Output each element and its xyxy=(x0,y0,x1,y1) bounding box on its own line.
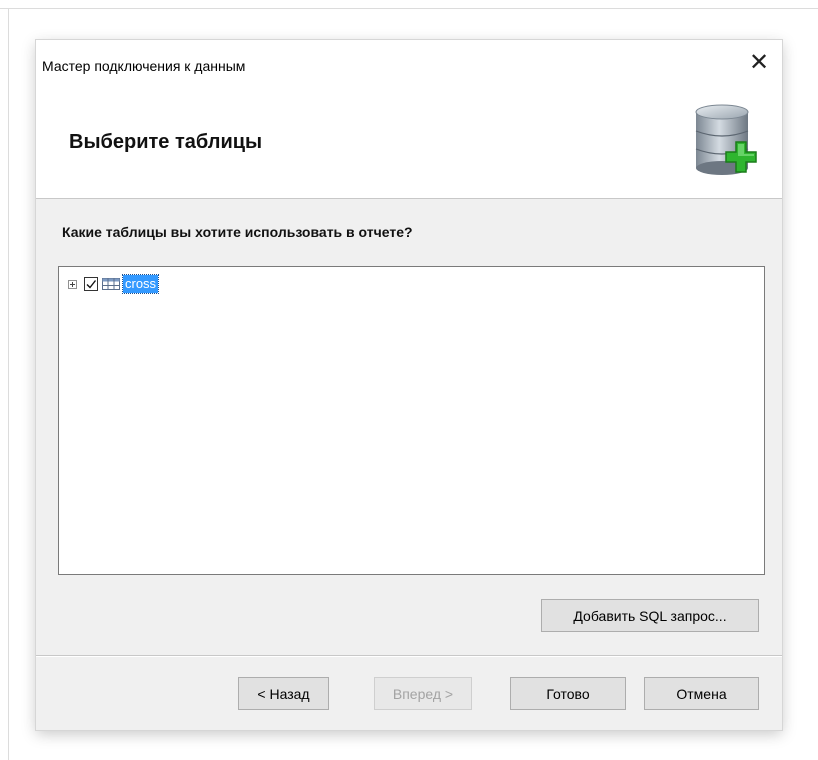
background-frame-line xyxy=(8,8,9,760)
add-sql-query-button[interactable]: Добавить SQL запрос... xyxy=(541,599,759,632)
data-connection-wizard-dialog: Мастер подключения к данным ✕ Выберите т… xyxy=(36,40,782,730)
finish-button[interactable]: Готово xyxy=(510,677,626,710)
tree-item[interactable]: cross xyxy=(68,274,160,294)
footer-divider-highlight xyxy=(36,656,782,657)
database-add-icon xyxy=(695,104,757,175)
page-heading: Выберите таблицы xyxy=(69,131,263,153)
next-button[interactable]: Вперед > xyxy=(374,677,472,710)
table-checkbox[interactable] xyxy=(84,277,98,291)
table-icon xyxy=(102,278,120,290)
checkmark-icon xyxy=(86,280,97,289)
background-frame-line xyxy=(0,8,818,9)
wizard-header: Мастер подключения к данным ✕ Выберите т… xyxy=(36,40,782,199)
tables-question-label: Какие таблицы вы хотите использовать в о… xyxy=(62,224,413,240)
dialog-title: Мастер подключения к данным xyxy=(42,58,246,74)
expand-icon[interactable] xyxy=(68,279,77,289)
back-button[interactable]: < Назад xyxy=(238,677,329,710)
close-icon[interactable]: ✕ xyxy=(742,48,776,78)
tree-item-label[interactable]: cross xyxy=(121,274,160,294)
tables-tree-view[interactable]: cross xyxy=(58,266,765,575)
cancel-button[interactable]: Отмена xyxy=(644,677,759,710)
